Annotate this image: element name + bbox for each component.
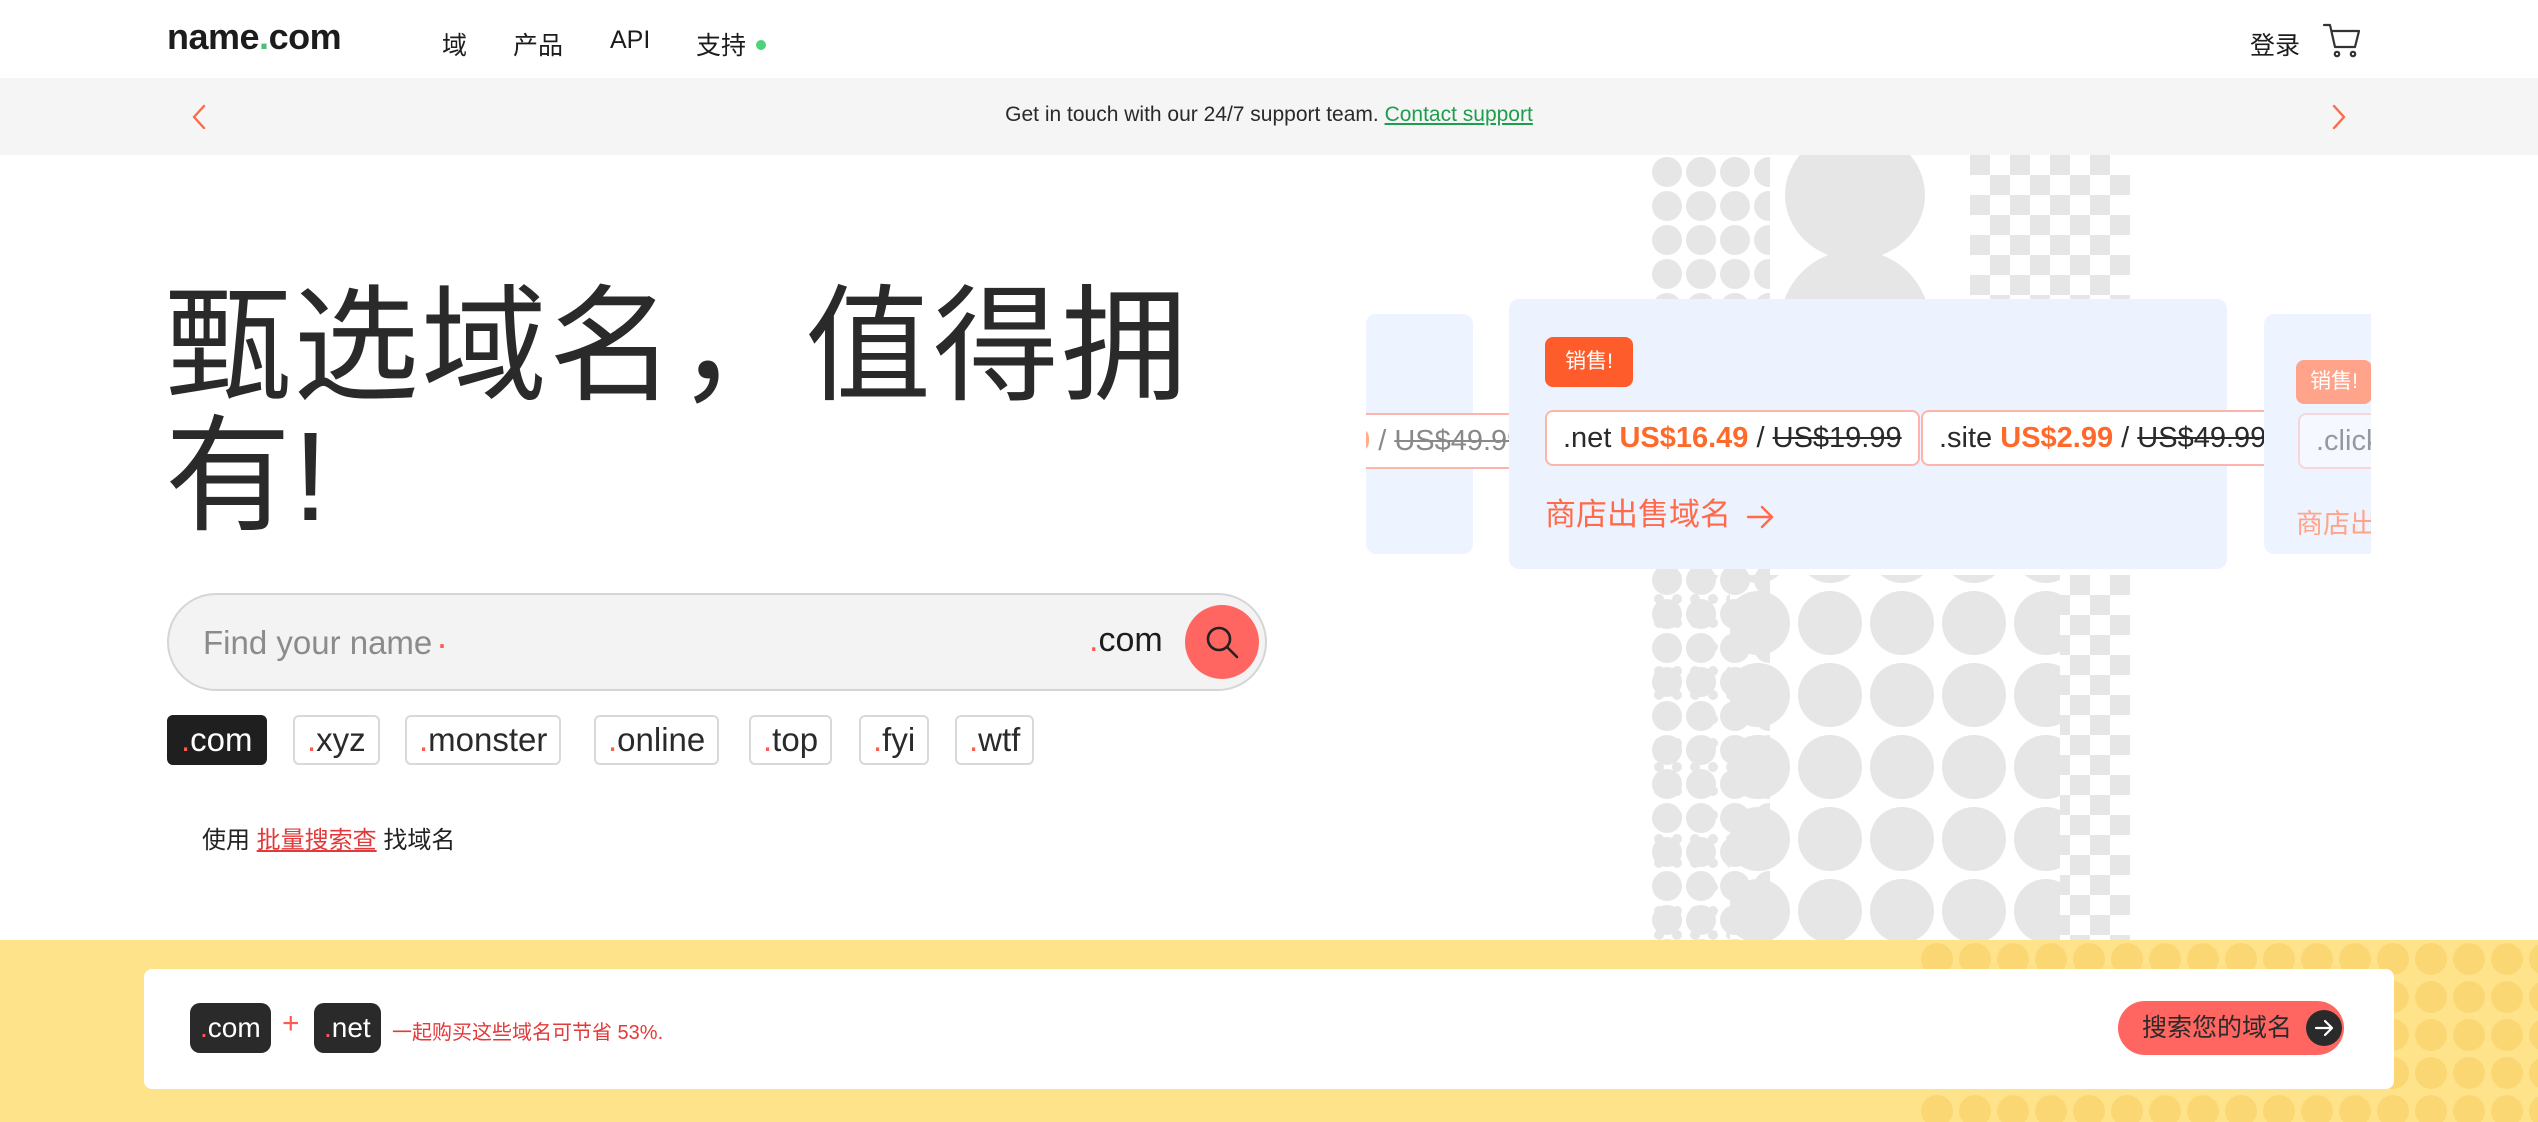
promo-text: 一起购买这些域名可节省 53%. xyxy=(392,1022,664,1044)
top-header: name.com 域 产品 API 支持 登录 xyxy=(0,0,2538,78)
price-sale: US$16.49 xyxy=(1619,422,1749,454)
logo-dot: . xyxy=(259,16,269,57)
announcement-text: Get in touch with our 24/7 support team.… xyxy=(0,103,2538,127)
tag-com: .com xyxy=(190,1003,271,1053)
shop-sale-domains-link[interactable]: 商店出售域名 xyxy=(1545,489,1776,534)
logo[interactable]: name.com xyxy=(167,16,342,58)
price-sale: US$2.99 xyxy=(2000,422,2114,454)
bundle-promo: .com + .net 一起购买这些域名可节省 53%. 搜索您的域名 xyxy=(144,969,2394,1089)
page: name.com 域 产品 API 支持 登录 Get in touch wit… xyxy=(0,0,2538,1122)
price-chip-net[interactable]: .net US$16.49 / US$19.99 xyxy=(1545,410,1920,466)
contact-support-link[interactable]: Contact support xyxy=(1385,103,1533,126)
chevron-left-icon[interactable] xyxy=(188,102,212,132)
price-original: US$19.99 xyxy=(1772,422,1902,454)
tld-chip-wtf[interactable]: .wtf xyxy=(955,715,1035,765)
tld-chip-top[interactable]: .top xyxy=(749,715,833,765)
price-chip-site[interactable]: .site US$2.99 / US$49.99 xyxy=(1921,410,2285,466)
tld-chip-xyz[interactable]: .xyz xyxy=(293,715,380,765)
tld-label: com xyxy=(1098,621,1163,659)
tld-suffix[interactable]: .com xyxy=(1089,621,1163,660)
arrow-right-circle-icon xyxy=(2306,1010,2342,1046)
tld-chip-monster[interactable]: .monster xyxy=(405,715,562,765)
search-domain-label: 搜索您的域名 xyxy=(2142,1014,2293,1042)
bulk-prefix: 使用 xyxy=(202,827,250,854)
bulk-search-link[interactable]: 批量搜索查 xyxy=(257,827,377,854)
search-button[interactable] xyxy=(1185,605,1259,679)
announcement-message: Get in touch with our 24/7 support team. xyxy=(1005,103,1379,126)
bulk-suffix: 找域名 xyxy=(383,827,456,854)
nav-products[interactable]: 产品 xyxy=(513,26,563,62)
shop-link-label: 商店出售域名 xyxy=(1545,497,1731,532)
domain-search-input[interactable] xyxy=(203,621,903,665)
domain-search-box: . .com xyxy=(167,593,1267,691)
price-ext: .site xyxy=(1939,422,1993,454)
tld-chip-online[interactable]: .online xyxy=(594,715,720,765)
nav-api[interactable]: API xyxy=(610,26,650,55)
nav-domains[interactable]: 域 xyxy=(442,26,467,62)
tld-chip-fyi[interactable]: .fyi xyxy=(859,715,930,765)
search-icon xyxy=(1206,626,1239,659)
sale-badge-next: 销售! xyxy=(2296,360,2371,404)
price-chip-click[interactable]: .click xyxy=(2298,413,2371,469)
announcement-bar: Get in touch with our 24/7 support team.… xyxy=(0,78,2538,155)
hero-title: 甄选域名，值得拥有! xyxy=(165,276,1189,547)
shop-link-next: 商店出 xyxy=(2296,509,2371,539)
arrow-right-icon xyxy=(1746,505,1773,529)
nav-support[interactable]: 支持 xyxy=(696,26,767,62)
search-domain-button[interactable]: 搜索您的域名 xyxy=(2118,1001,2344,1055)
nav-support-label: 支持 xyxy=(696,32,747,60)
bulk-search-note: 使用 批量搜索查 找域名 xyxy=(202,820,455,855)
sale-badge: 销售! xyxy=(1545,337,1633,387)
logo-name: name xyxy=(167,16,260,57)
tag-net: .net xyxy=(314,1003,381,1053)
sale-carousel: 9 / US$49.99 销售! 商店出售域名 .net US$16.49 / … xyxy=(1366,296,2371,576)
price-original: US$49.99 xyxy=(1394,425,1524,457)
price-original: US$49.99 xyxy=(2137,422,2267,454)
price-ext: .net xyxy=(1563,422,1612,454)
price-sale: 9 xyxy=(1366,425,1370,457)
logo-tld: com xyxy=(268,16,342,57)
price-ext: .click xyxy=(2316,425,2371,457)
chevron-right-icon[interactable] xyxy=(2326,102,2350,132)
plus-sign: + xyxy=(282,1007,300,1040)
support-status-dot xyxy=(756,40,767,51)
login-link[interactable]: 登录 xyxy=(2250,26,2300,62)
tld-chip-com[interactable]: .com xyxy=(167,715,267,765)
cart-icon[interactable] xyxy=(2322,20,2362,60)
